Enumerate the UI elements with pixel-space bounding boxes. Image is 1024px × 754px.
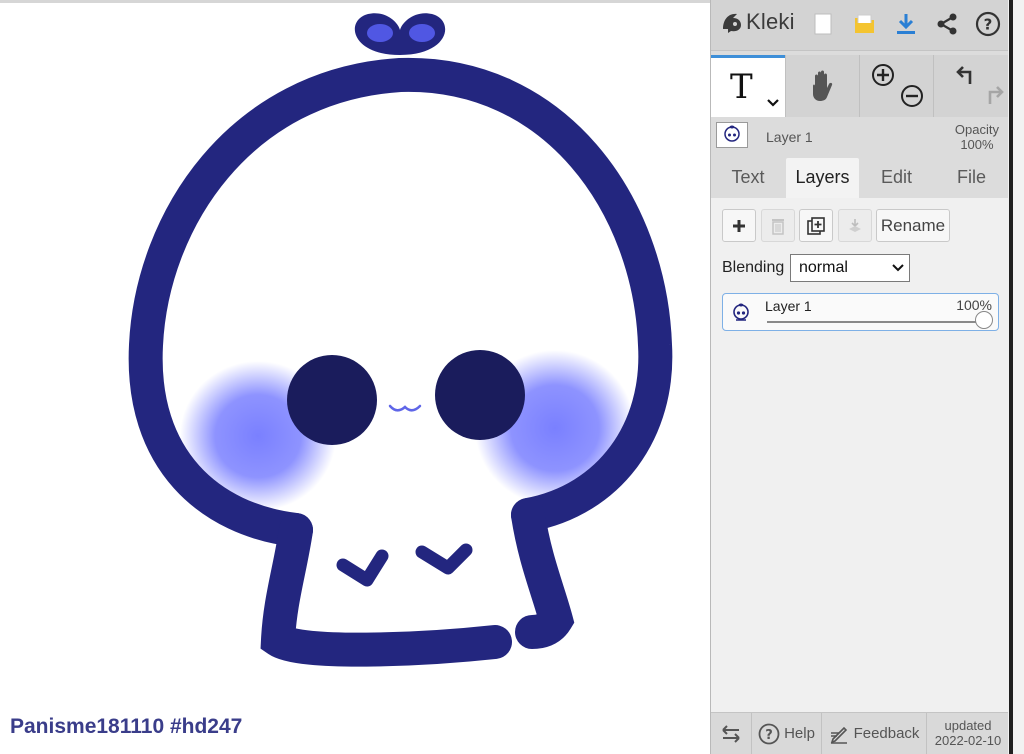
version-info[interactable]: updated 2022-02-10 [927, 713, 1009, 754]
drawing-canvas[interactable]: Panisme181110 #hd247 [0, 0, 710, 754]
panel-tabs: Text Layers Edit File [711, 158, 1009, 198]
svg-text:?: ? [984, 16, 993, 34]
blending-mode-value: normal [799, 259, 848, 276]
blending-mode-select[interactable]: normal [790, 254, 910, 282]
merge-down-icon [849, 218, 861, 232]
undo-icon[interactable] [954, 64, 978, 88]
download-icon[interactable] [892, 10, 920, 38]
zoom-out-icon[interactable] [900, 84, 924, 108]
hand-tool-button[interactable] [786, 55, 859, 117]
tool-row: T [711, 51, 1009, 117]
hand-icon [812, 70, 832, 101]
zoom-controls [860, 55, 933, 117]
app-name: Kleki [746, 9, 795, 34]
tab-text[interactable]: Text [711, 158, 785, 198]
edge-bar [1009, 0, 1013, 754]
add-layer-button[interactable] [722, 209, 756, 242]
open-folder-icon[interactable] [851, 10, 879, 38]
layer-thumbnail[interactable] [716, 122, 748, 148]
layers-panel: Rename Blending normal Layer 1 100% [711, 198, 1009, 712]
feedback-label: Feedback [853, 725, 920, 742]
duplicate-icon [807, 216, 825, 235]
help-button[interactable]: ? Help [752, 713, 821, 754]
body-right [511, 498, 575, 649]
help-label: Help [784, 725, 815, 742]
merge-down-button[interactable] [838, 209, 872, 242]
app-logo[interactable]: Kleki [719, 9, 795, 35]
chevron-down-icon [892, 264, 904, 272]
updated-label: updated [944, 718, 992, 733]
rename-layer-button[interactable]: Rename [876, 209, 950, 242]
updated-date: 2022-02-10 [934, 733, 1002, 748]
swap-sides-button[interactable] [711, 713, 751, 754]
arm-left [336, 549, 389, 587]
layer-name: Layer 1 [765, 298, 812, 314]
duplicate-layer-button[interactable] [799, 209, 833, 242]
layer-thumbnail [733, 303, 749, 321]
delete-layer-button[interactable] [761, 209, 795, 242]
feedback-button[interactable]: Feedback [822, 713, 926, 754]
tab-layers[interactable]: Layers [786, 158, 859, 198]
text-tool-glyph: T [730, 67, 753, 107]
eye-left [287, 355, 377, 445]
sprout-leaf-right [409, 24, 435, 42]
opacity-indicator: Opacity 100% [955, 122, 999, 152]
zoom-in-icon[interactable] [871, 63, 895, 87]
opacity-label: Opacity [954, 122, 999, 137]
layer-opacity-slider-handle[interactable] [975, 311, 993, 329]
redo-icon[interactable] [982, 84, 1006, 108]
kleki-logo-icon [723, 13, 741, 33]
current-layer-name: Layer 1 [766, 129, 813, 145]
trash-icon [772, 218, 784, 235]
sprout-leaf-left [367, 24, 393, 42]
eye-right [435, 350, 525, 440]
layer-list-item[interactable]: Layer 1 100% [722, 293, 999, 331]
scrollbar-strip [1008, 0, 1024, 754]
panel-footer: ? Help Feedback updated 2022-02-10 [711, 712, 1009, 754]
tab-edit[interactable]: Edit [860, 158, 933, 198]
swap-arrows-icon [722, 724, 740, 743]
plus-icon [733, 219, 745, 232]
help-circle-icon[interactable]: ? [974, 10, 1002, 38]
help-circle-icon: ? [758, 723, 780, 744]
panel-header: Kleki ? [711, 0, 1009, 51]
text-tool-button[interactable]: T [711, 55, 785, 117]
opacity-value: 100% [960, 137, 994, 152]
undo-redo-controls [934, 55, 1009, 117]
tab-file[interactable]: File [934, 158, 1009, 198]
layer-opacity-slider[interactable] [767, 321, 985, 323]
canvas-watermark: Panisme181110 #hd247 [10, 715, 243, 738]
pencil-icon [830, 726, 847, 744]
side-panel: Kleki ? T Layer 1 Opacity 100% Text Laye… [710, 0, 1009, 754]
new-image-icon[interactable] [809, 10, 837, 38]
mouth [388, 404, 422, 412]
arm-right [415, 543, 473, 575]
chevron-down-icon[interactable] [767, 98, 779, 107]
share-icon[interactable] [933, 10, 961, 38]
current-layer-info: Layer 1 Opacity 100% [711, 118, 1009, 156]
blending-label: Blending [722, 259, 785, 276]
canvas-artwork [128, 13, 673, 667]
svg-text:?: ? [765, 728, 773, 743]
